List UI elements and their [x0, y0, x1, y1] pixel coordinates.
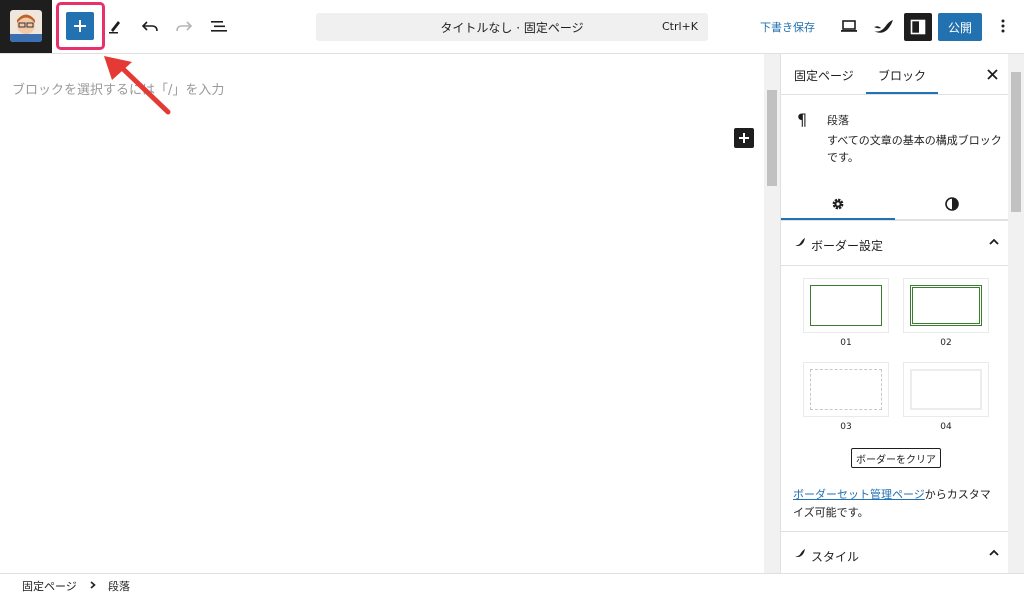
editor-canvas[interactable]: ブロックを選択するには「/」を入力: [0, 54, 764, 573]
sidebar-scrollbar[interactable]: [1008, 54, 1024, 573]
chevron-up-icon: [989, 549, 999, 556]
swell-logo-icon: [874, 20, 893, 33]
document-title: タイトルなし · 固定ページ: [440, 21, 584, 35]
sidebar-tabs: 固定ページ ブロック: [781, 54, 1011, 95]
undo-button[interactable]: [137, 13, 163, 39]
sidebar-icon: [910, 19, 926, 35]
border-set-02[interactable]: [903, 278, 989, 333]
border-preview: [810, 369, 882, 410]
command-palette-bar[interactable]: タイトルなし · 固定ページ Ctrl+K: [316, 13, 708, 41]
border-panel-header[interactable]: ボーダー設定: [781, 220, 1011, 266]
breadcrumb-item-paragraph[interactable]: 段落: [108, 578, 130, 594]
border-preview: [910, 285, 982, 326]
more-vertical-icon: [1001, 19, 1005, 33]
border-manage-note: ボーダーセット管理ページからカスタマイズ可能です。: [793, 486, 1001, 522]
tab-page[interactable]: 固定ページ: [794, 67, 854, 84]
chevron-right-icon: [90, 581, 96, 589]
breadcrumb-item-page[interactable]: 固定ページ: [22, 578, 77, 594]
style-panel-header[interactable]: スタイル: [781, 531, 1011, 573]
redo-button[interactable]: [171, 13, 197, 39]
settings-sidebar: 固定ページ ブロック ¶ 段落 すべての文章の基本の構成ブロックです。 ボーダー…: [780, 54, 1024, 573]
border-set-label: 04: [940, 422, 952, 432]
settings-sidebar-toggle[interactable]: [904, 13, 932, 41]
block-name: 段落: [827, 114, 849, 127]
tab-styles[interactable]: [895, 188, 1009, 220]
list-view-icon: [211, 21, 227, 32]
desktop-icon: [841, 20, 857, 32]
annotation-arrow-icon: [104, 56, 171, 115]
tab-settings[interactable]: [781, 188, 895, 220]
sidebar-scroll-thumb[interactable]: [1011, 72, 1021, 212]
border-preview: [910, 369, 982, 410]
save-draft-button[interactable]: 下書き保存: [760, 19, 815, 35]
block-description: すべての文章の基本の構成ブロックです。: [827, 134, 1002, 164]
canvas-scrollbar[interactable]: [764, 54, 780, 573]
plugin-button[interactable]: [870, 13, 896, 39]
swell-logo-icon: [795, 549, 805, 557]
paragraph-icon: ¶: [797, 110, 808, 129]
redo-icon: [176, 21, 193, 32]
active-tab-indicator: [866, 92, 938, 94]
border-manage-link[interactable]: ボーダーセット管理ページ: [793, 488, 925, 501]
tools-button[interactable]: [102, 13, 128, 39]
plus-icon: [74, 20, 86, 32]
gear-icon: [832, 198, 844, 210]
breadcrumb: 固定ページ 段落: [0, 573, 1024, 594]
chevron-up-icon: [989, 238, 999, 245]
close-sidebar-button[interactable]: [983, 65, 1001, 83]
shortcut-hint: Ctrl+K: [661, 20, 698, 33]
border-set-03[interactable]: [803, 362, 889, 417]
contrast-icon: [945, 197, 959, 211]
border-set-label: 03: [840, 422, 852, 432]
border-panel-title: ボーダー設定: [811, 239, 884, 253]
editor-toolbar: タイトルなし · 固定ページ Ctrl+K 下書き保存 公開: [0, 0, 1024, 54]
undo-icon: [141, 21, 158, 32]
clear-border-button[interactable]: ボーダーをクリア: [851, 448, 941, 468]
border-set-04[interactable]: [903, 362, 989, 417]
editor-app: タイトルなし · 固定ページ Ctrl+K 下書き保存 公開 ブロックを選択する…: [0, 0, 1024, 594]
close-icon: [986, 68, 998, 80]
swell-logo-icon: [795, 238, 805, 246]
document-overview-button[interactable]: [206, 13, 232, 39]
plus-icon: [739, 133, 749, 143]
border-preview: [810, 285, 882, 326]
border-set-label: 01: [840, 338, 852, 348]
preview-button[interactable]: [836, 13, 862, 39]
border-set-label: 02: [940, 338, 952, 348]
border-set-01[interactable]: [803, 278, 889, 333]
style-panel-title: スタイル: [811, 550, 860, 564]
options-button[interactable]: [990, 13, 1016, 39]
add-block-button[interactable]: [734, 128, 754, 148]
avatar: [10, 10, 42, 42]
block-inserter-button[interactable]: [66, 12, 94, 40]
pencil-icon: [109, 21, 120, 34]
tab-block[interactable]: ブロック: [878, 67, 926, 84]
canvas-scroll-thumb[interactable]: [767, 90, 777, 186]
publish-button[interactable]: 公開: [938, 13, 982, 41]
site-icon-button[interactable]: [0, 0, 52, 53]
